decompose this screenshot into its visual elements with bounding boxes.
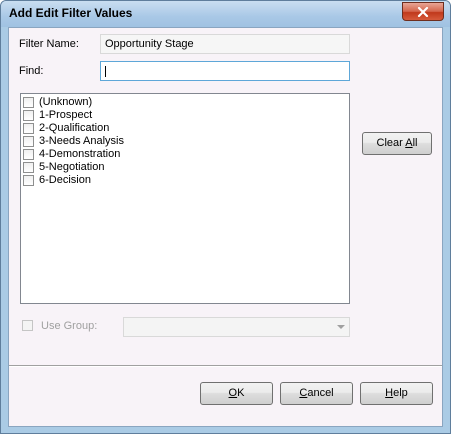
checkbox[interactable] [23, 123, 34, 134]
dialog-window: Add Edit Filter Values Filter Name: Oppo… [0, 0, 451, 434]
list-item[interactable]: 6-Decision [21, 174, 349, 187]
use-group-checkbox-wrap[interactable] [22, 320, 35, 333]
checkbox[interactable] [23, 149, 34, 160]
window-title: Add Edit Filter Values [9, 6, 133, 20]
help-label-suffix: elp [393, 387, 408, 399]
checkbox[interactable] [23, 175, 34, 186]
title-bar[interactable]: Add Edit Filter Values [1, 1, 450, 27]
close-button[interactable] [402, 2, 444, 21]
use-group-label: Use Group: [41, 320, 98, 332]
list-item-label: 6-Decision [39, 174, 91, 186]
list-item[interactable]: 1-Prospect [21, 109, 349, 122]
list-item-label: 5-Negotiation [39, 161, 105, 173]
group-select[interactable] [123, 317, 350, 337]
filter-name-field: Opportunity Stage [100, 34, 350, 54]
help-button[interactable]: Help [360, 382, 433, 405]
checkbox[interactable] [23, 136, 34, 147]
list-item[interactable]: 5-Negotiation [21, 161, 349, 174]
clear-all-label-accel: A [405, 137, 413, 149]
divider [9, 365, 442, 367]
cancel-button[interactable]: Cancel [280, 382, 353, 405]
list-item[interactable]: (Unknown) [21, 96, 349, 109]
chevron-down-icon [337, 325, 345, 329]
list-item[interactable]: 3-Needs Analysis [21, 135, 349, 148]
list-item-label: 2-Qualification [39, 122, 110, 134]
filter-name-value: Opportunity Stage [105, 38, 194, 50]
close-icon [417, 6, 429, 17]
list-item-label: 4-Demonstration [39, 148, 121, 160]
clear-all-label-suffix: ll [412, 137, 418, 149]
find-input[interactable] [100, 61, 350, 81]
text-caret [105, 66, 106, 77]
list-item-label: (Unknown) [39, 96, 93, 108]
ok-label-suffix: K [237, 387, 245, 399]
list-item-label: 1-Prospect [39, 109, 93, 121]
checkbox[interactable] [23, 97, 34, 108]
clear-all-button[interactable]: Clear All [362, 132, 432, 155]
use-group-checkbox[interactable] [22, 320, 33, 331]
filter-values-list[interactable]: (Unknown) 1-Prospect 2-Qualification 3-N… [20, 93, 350, 304]
ok-label-accel: O [228, 387, 238, 399]
list-item[interactable]: 4-Demonstration [21, 148, 349, 161]
find-label: Find: [19, 65, 44, 77]
filter-name-label: Filter Name: [19, 38, 79, 50]
clear-all-label-prefix: Clear [376, 137, 406, 149]
checkbox[interactable] [23, 110, 34, 121]
ok-button[interactable]: OK [200, 382, 273, 405]
help-label-accel: H [385, 387, 394, 399]
cancel-label-suffix: ancel [307, 387, 334, 399]
list-item-label: 3-Needs Analysis [39, 135, 124, 147]
list-item[interactable]: 2-Qualification [21, 122, 349, 135]
checkbox[interactable] [23, 162, 34, 173]
dialog-body: Filter Name: Opportunity Stage Find: (Un… [8, 27, 443, 427]
